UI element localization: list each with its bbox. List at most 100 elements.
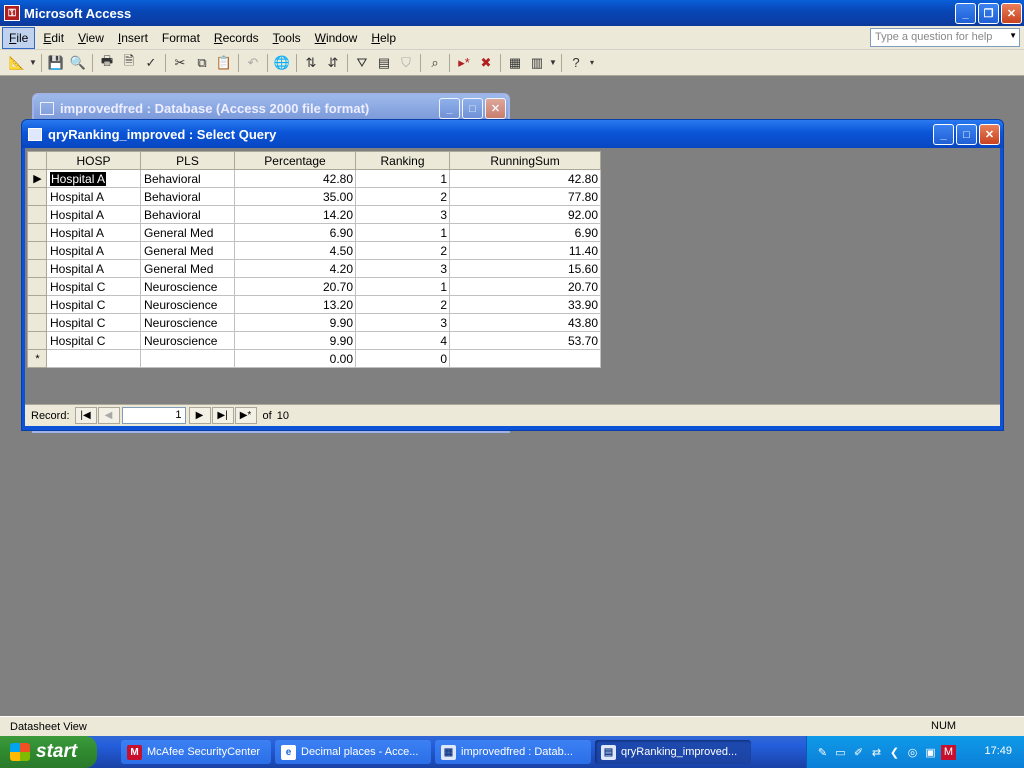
print-preview-icon[interactable]: 🗎 <box>118 52 140 74</box>
search-file-icon[interactable]: 🔍 <box>67 52 89 74</box>
spelling-icon[interactable]: ✓ <box>140 52 162 74</box>
cell-ranking[interactable]: 3 <box>355 205 450 224</box>
cell-hosp[interactable]: Hospital A <box>46 169 141 188</box>
cell-ranking[interactable]: 4 <box>355 331 450 350</box>
cell-percentage[interactable]: 14.20 <box>234 205 356 224</box>
pen-icon[interactable]: ✎ <box>815 745 830 760</box>
cell-percentage[interactable]: 20.70 <box>234 277 356 296</box>
cell-hosp[interactable]: Hospital C <box>46 313 141 332</box>
column-header-percentage[interactable]: Percentage <box>234 151 356 170</box>
row-selector[interactable] <box>27 241 47 260</box>
row-selector[interactable] <box>27 187 47 206</box>
chevron-down-icon[interactable]: ▼ <box>548 52 558 74</box>
select-all-cell[interactable] <box>27 151 47 170</box>
record-number-input[interactable]: 1 <box>121 407 186 424</box>
display-icon[interactable]: ▣ <box>923 745 938 760</box>
table-row[interactable]: ▶ Hospital A Behavioral 42.80 1 42.80 <box>27 169 601 188</box>
new-record-asterisk-icon[interactable]: * <box>27 349 47 368</box>
first-record-icon[interactable]: |◀ <box>74 407 97 424</box>
menu-format[interactable]: Format <box>156 28 206 48</box>
cell-runningsum[interactable]: 20.70 <box>449 277 601 296</box>
maximize-button[interactable]: □ <box>462 98 483 119</box>
cell-pls[interactable]: Neuroscience <box>140 313 235 332</box>
save-icon[interactable]: 💾 <box>45 52 67 74</box>
maximize-button[interactable]: □ <box>956 124 977 145</box>
cell-runningsum[interactable]: 42.80 <box>449 169 601 188</box>
taskbar-item-query[interactable]: ▤ qryRanking_improved... <box>595 740 751 764</box>
table-row[interactable]: Hospital C Neuroscience 20.70 1 20.70 <box>27 277 601 296</box>
table-row[interactable]: Hospital A General Med 4.50 2 11.40 <box>27 241 601 260</box>
chevron-left-icon[interactable]: ❮ <box>887 745 902 760</box>
cell-ranking[interactable]: 1 <box>355 277 450 296</box>
cell-ranking[interactable]: 1 <box>355 169 450 188</box>
edit-icon[interactable]: ✐ <box>851 745 866 760</box>
last-record-icon[interactable]: ▶| <box>211 407 234 424</box>
chevron-down-icon[interactable]: ▼ <box>28 52 38 74</box>
security-icon[interactable]: ◎ <box>905 745 920 760</box>
cell-runningsum[interactable]: 15.60 <box>449 259 601 278</box>
minimize-button[interactable]: _ <box>955 3 976 24</box>
cell-pls[interactable]: Behavioral <box>140 187 235 206</box>
minimize-button[interactable]: _ <box>933 124 954 145</box>
sort-ascending-icon[interactable]: ⇅ <box>300 52 322 74</box>
cell-hosp[interactable]: Hospital A <box>46 241 141 260</box>
cell-pls[interactable]: Neuroscience <box>140 295 235 314</box>
design-view-icon[interactable]: 📐 <box>6 52 28 74</box>
column-header-runningsum[interactable]: RunningSum <box>449 151 601 170</box>
cell-percentage[interactable]: 4.20 <box>234 259 356 278</box>
filter-by-form-icon[interactable]: ▤ <box>373 52 395 74</box>
network-icon[interactable]: ⇄ <box>869 745 884 760</box>
row-selector[interactable] <box>27 277 47 296</box>
database-window-icon[interactable]: ▦ <box>504 52 526 74</box>
cell-ranking[interactable]: 3 <box>355 313 450 332</box>
hyperlink-icon[interactable]: 🌐 <box>271 52 293 74</box>
cell-pls[interactable]: Behavioral <box>140 205 235 224</box>
row-selector[interactable] <box>27 331 47 350</box>
row-selector[interactable] <box>27 259 47 278</box>
sort-descending-icon[interactable]: ⇵ <box>322 52 344 74</box>
cell-hosp[interactable]: Hospital A <box>46 187 141 206</box>
cell-percentage[interactable]: 4.50 <box>234 241 356 260</box>
new-record-icon[interactable]: ▸* <box>453 52 475 74</box>
menu-edit[interactable]: Edit <box>37 28 70 48</box>
cell-ranking[interactable]: 3 <box>355 259 450 278</box>
cell-pls[interactable]: Behavioral <box>140 169 235 188</box>
cell-percentage[interactable]: 13.20 <box>234 295 356 314</box>
menu-insert[interactable]: Insert <box>112 28 154 48</box>
cell-pls[interactable]: General Med <box>140 259 235 278</box>
column-header-pls[interactable]: PLS <box>140 151 235 170</box>
column-header-hosp[interactable]: HOSP <box>46 151 141 170</box>
cell-runningsum[interactable]: 53.70 <box>449 331 601 350</box>
row-selector[interactable] <box>27 223 47 242</box>
table-row[interactable]: Hospital C Neuroscience 9.90 4 53.70 <box>27 331 601 350</box>
previous-record-icon[interactable]: ◀ <box>97 407 120 424</box>
chevron-down-icon[interactable]: ▼ <box>1009 31 1017 40</box>
copy-icon[interactable]: ⧉ <box>191 52 213 74</box>
cell-runningsum[interactable]: 6.90 <box>449 223 601 242</box>
apply-filter-icon[interactable]: ⛉ <box>395 52 417 74</box>
app-title-bar[interactable]: ⚿ Microsoft Access _ ❐ ✕ <box>0 0 1024 26</box>
cell-percentage[interactable]: 35.00 <box>234 187 356 206</box>
query-window-titlebar[interactable]: qryRanking_improved : Select Query _ □ ✕ <box>22 120 1003 148</box>
delete-record-icon[interactable]: ✖ <box>475 52 497 74</box>
cell-ranking[interactable]: 2 <box>355 295 450 314</box>
cut-icon[interactable]: ✂ <box>169 52 191 74</box>
database-window-titlebar[interactable]: improvedfred : Database (Access 2000 fil… <box>34 95 508 121</box>
restore-button[interactable]: ❐ <box>978 3 999 24</box>
menu-view[interactable]: View <box>72 28 110 48</box>
new-object-icon[interactable]: ▥ <box>526 52 548 74</box>
monitor-icon[interactable]: ▭ <box>833 745 848 760</box>
cell-ranking[interactable]: 1 <box>355 223 450 242</box>
table-row[interactable]: Hospital A Behavioral 14.20 3 92.00 <box>27 205 601 224</box>
access-key-icon[interactable]: ⚿ <box>4 5 20 21</box>
cell-runningsum[interactable]: 11.40 <box>449 241 601 260</box>
cell-hosp[interactable]: Hospital C <box>46 277 141 296</box>
menu-window[interactable]: Window <box>309 28 364 48</box>
menu-help[interactable]: Help <box>365 28 402 48</box>
table-row[interactable]: Hospital C Neuroscience 9.90 3 43.80 <box>27 313 601 332</box>
taskbar-item-mcafee[interactable]: M McAfee SecurityCenter <box>121 740 271 764</box>
cell-ranking[interactable]: 2 <box>355 241 450 260</box>
help-icon[interactable]: ? <box>565 52 587 74</box>
query-window[interactable]: qryRanking_improved : Select Query _ □ ✕… <box>21 119 1004 431</box>
cell-runningsum[interactable]: 33.90 <box>449 295 601 314</box>
